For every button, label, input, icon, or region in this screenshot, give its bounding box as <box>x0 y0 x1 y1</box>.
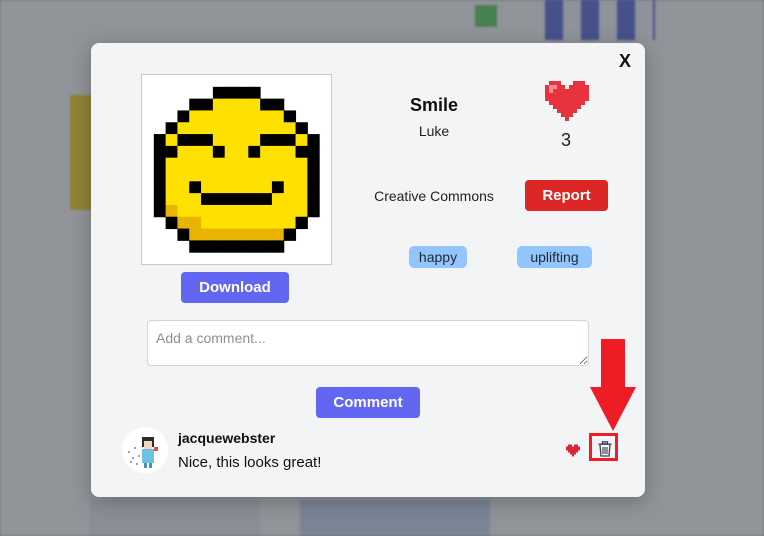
comment-username[interactable]: jacquewebster <box>178 430 275 446</box>
tag-happy[interactable]: happy <box>409 246 467 268</box>
smiley-face-pixel-art <box>153 86 320 253</box>
artwork-title: Smile <box>409 95 459 115</box>
tag-uplifting[interactable]: uplifting <box>517 246 592 268</box>
artwork-image <box>141 74 332 265</box>
artwork-modal: X Download Smile Luke 3 Creative Commons… <box>91 43 645 497</box>
license-label: Creative Commons <box>374 188 494 204</box>
like-count: 3 <box>560 130 571 150</box>
close-button[interactable]: X <box>619 51 631 72</box>
heart-icon[interactable] <box>545 81 589 121</box>
annotation-highlight-box <box>589 433 618 461</box>
annotation-arrow-icon <box>590 339 636 431</box>
report-button[interactable]: Report <box>525 180 608 211</box>
artwork-author[interactable]: Luke <box>384 123 484 139</box>
comment-input[interactable] <box>147 320 589 366</box>
download-button[interactable]: Download <box>181 272 289 303</box>
heart-icon[interactable] <box>566 444 580 457</box>
comment-submit-button[interactable]: Comment <box>316 387 420 418</box>
avatar[interactable] <box>122 427 168 473</box>
comment-text: Nice, this looks great! <box>178 454 322 471</box>
